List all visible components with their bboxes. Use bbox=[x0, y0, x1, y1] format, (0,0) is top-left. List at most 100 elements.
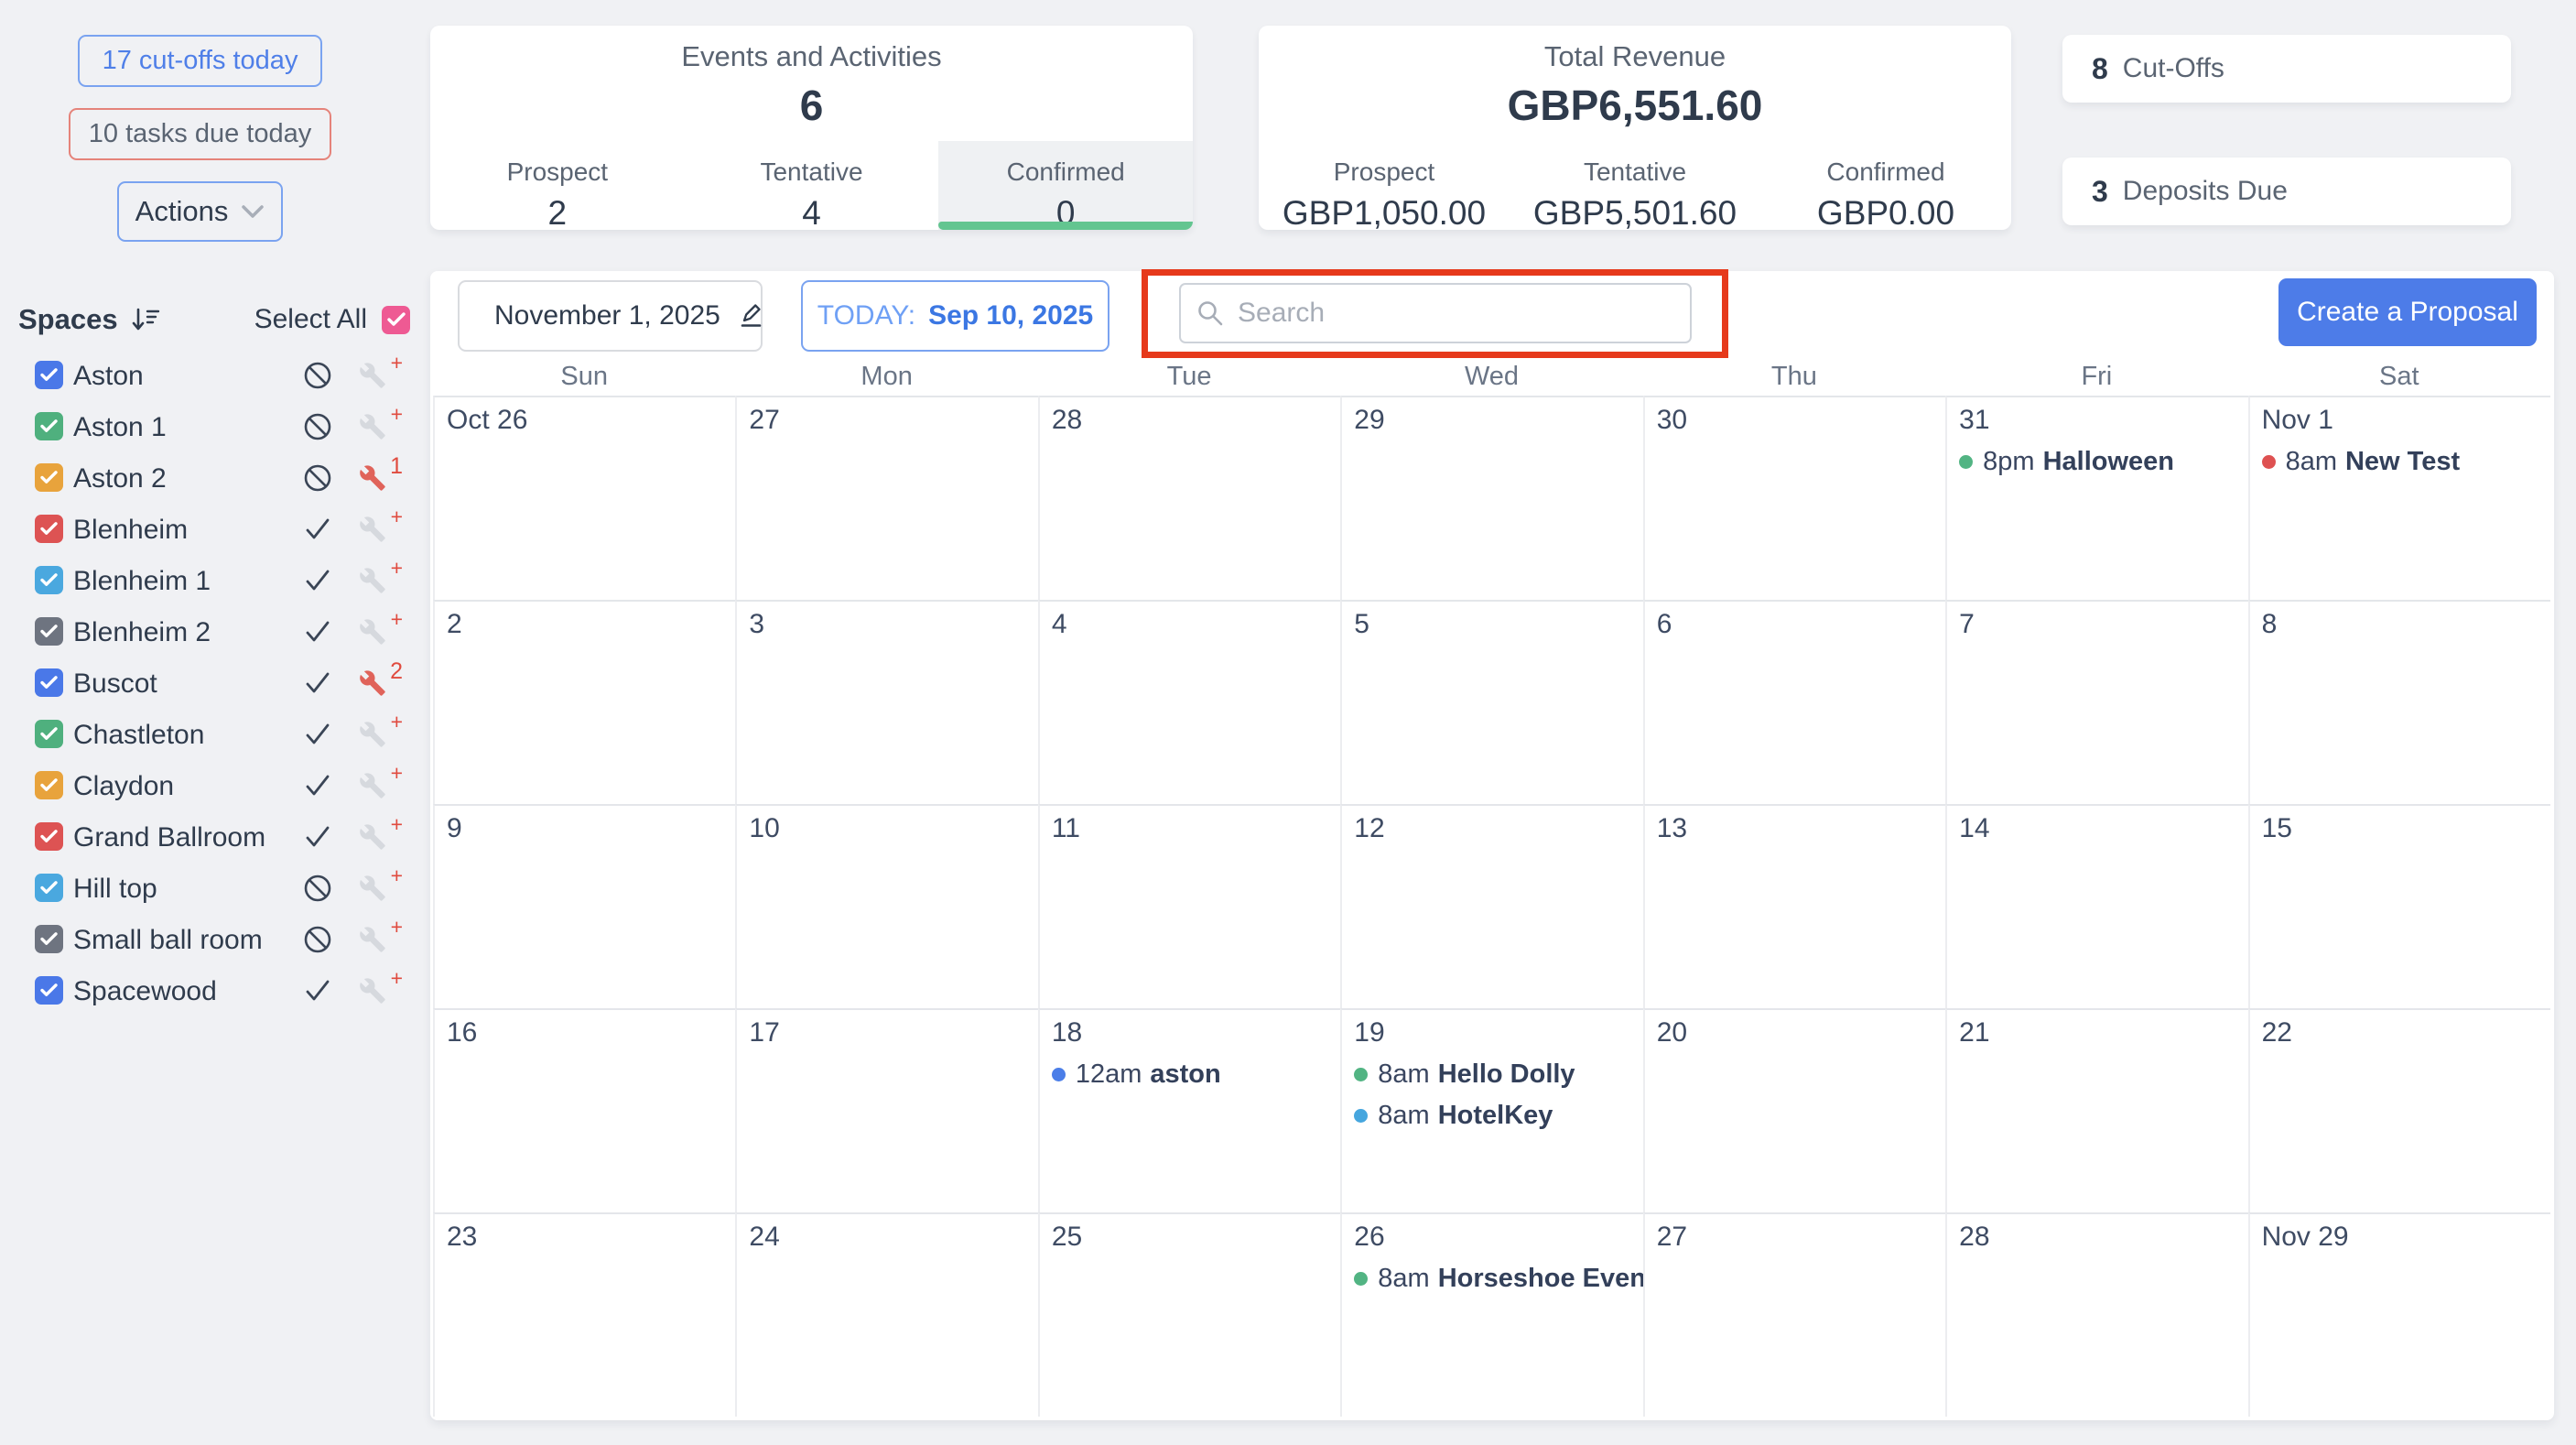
space-row[interactable]: Grand Ballroom + bbox=[0, 811, 421, 863]
availability-check-icon[interactable] bbox=[302, 719, 333, 750]
space-checkbox[interactable] bbox=[35, 925, 63, 953]
calendar-day-cell[interactable]: 21 bbox=[1945, 1008, 2247, 1212]
actions-dropdown-button[interactable]: Actions bbox=[117, 181, 283, 242]
calendar-event[interactable]: 8am Hello Dolly bbox=[1354, 1059, 1637, 1090]
calendar-day-cell[interactable]: Nov 1 8am New Test bbox=[2248, 396, 2550, 600]
calendar-day-cell[interactable]: 11 bbox=[1038, 804, 1340, 1008]
calendar-event[interactable]: 12am aston bbox=[1052, 1059, 1335, 1090]
space-checkbox[interactable] bbox=[35, 720, 63, 748]
stat-confirmed-selected[interactable]: Confirmed 0 bbox=[938, 141, 1193, 230]
tasks-due-button[interactable]: 10 tasks due today bbox=[69, 108, 331, 160]
space-row[interactable]: Aston 1 + bbox=[0, 401, 421, 452]
space-row[interactable]: Blenheim + bbox=[0, 504, 421, 555]
calendar-event[interactable]: 8am Horseshoe Event bbox=[1354, 1264, 1637, 1294]
cutoffs-today-button[interactable]: 17 cut-offs today bbox=[78, 35, 322, 87]
space-row[interactable]: Blenheim 2 + bbox=[0, 606, 421, 657]
calendar-day-cell[interactable]: 20 bbox=[1643, 1008, 1945, 1212]
availability-check-icon[interactable] bbox=[302, 770, 333, 801]
sort-icon[interactable] bbox=[131, 306, 160, 333]
availability-check-icon[interactable] bbox=[302, 616, 333, 647]
wrench-icon[interactable]: + bbox=[359, 516, 388, 545]
stat-confirmed[interactable]: Confirmed GBP0.00 bbox=[1760, 141, 2011, 230]
create-proposal-button[interactable]: Create a Proposal bbox=[2278, 278, 2537, 346]
wrench-icon[interactable]: + bbox=[359, 823, 388, 853]
calendar-day-cell[interactable]: 27 bbox=[735, 396, 1037, 600]
calendar-day-cell[interactable]: 19 8am Hello Dolly 8am HotelKey bbox=[1340, 1008, 1642, 1212]
stat-tentative[interactable]: Tentative GBP5,501.60 bbox=[1510, 141, 1760, 230]
space-checkbox[interactable] bbox=[35, 822, 63, 851]
calendar-day-cell[interactable]: 15 bbox=[2248, 804, 2550, 1008]
space-checkbox[interactable] bbox=[35, 361, 63, 389]
calendar-day-cell[interactable]: 9 bbox=[433, 804, 735, 1008]
stat-tentative[interactable]: Tentative 4 bbox=[685, 141, 939, 230]
space-row[interactable]: Aston 2 1 bbox=[0, 452, 421, 504]
wrench-icon[interactable]: 1 bbox=[359, 464, 388, 494]
space-row[interactable]: Hill top + bbox=[0, 863, 421, 914]
wrench-icon[interactable]: + bbox=[359, 926, 388, 955]
calendar-day-cell[interactable]: 12 bbox=[1340, 804, 1642, 1008]
calendar-day-cell[interactable]: Nov 29 bbox=[2248, 1212, 2550, 1417]
deposits-due-card[interactable]: 3 Deposits Due bbox=[2062, 158, 2511, 225]
space-checkbox[interactable] bbox=[35, 412, 63, 440]
space-checkbox[interactable] bbox=[35, 771, 63, 799]
calendar-day-cell[interactable]: 25 bbox=[1038, 1212, 1340, 1417]
calendar-day-cell[interactable]: 14 bbox=[1945, 804, 2247, 1008]
space-checkbox[interactable] bbox=[35, 463, 63, 492]
availability-check-icon[interactable] bbox=[302, 668, 333, 699]
calendar-day-cell[interactable]: 28 bbox=[1038, 396, 1340, 600]
search-input[interactable] bbox=[1238, 298, 1690, 329]
ban-icon[interactable] bbox=[302, 873, 333, 904]
ban-icon[interactable] bbox=[302, 360, 333, 391]
calendar-day-cell[interactable]: 27 bbox=[1643, 1212, 1945, 1417]
cutoffs-card[interactable]: 8 Cut-Offs bbox=[2062, 35, 2511, 103]
wrench-icon[interactable]: + bbox=[359, 875, 388, 904]
stat-prospect[interactable]: Prospect GBP1,050.00 bbox=[1259, 141, 1510, 230]
wrench-icon[interactable]: + bbox=[359, 772, 388, 801]
calendar-day-cell[interactable]: 22 bbox=[2248, 1008, 2550, 1212]
availability-check-icon[interactable] bbox=[302, 975, 333, 1006]
availability-check-icon[interactable] bbox=[302, 821, 333, 853]
space-row[interactable]: Aston + bbox=[0, 350, 421, 401]
calendar-day-cell[interactable]: 18 12am aston bbox=[1038, 1008, 1340, 1212]
space-row[interactable]: Blenheim 1 + bbox=[0, 555, 421, 606]
space-row[interactable]: Buscot 2 bbox=[0, 657, 421, 709]
space-row[interactable]: Small ball room + bbox=[0, 914, 421, 965]
wrench-icon[interactable]: + bbox=[359, 977, 388, 1006]
calendar-day-cell[interactable]: 28 bbox=[1945, 1212, 2247, 1417]
search-field[interactable] bbox=[1179, 283, 1692, 343]
date-picker-button[interactable]: November 1, 2025 bbox=[458, 280, 763, 352]
calendar-day-cell[interactable]: 13 bbox=[1643, 804, 1945, 1008]
calendar-day-cell[interactable]: 17 bbox=[735, 1008, 1037, 1212]
wrench-icon[interactable]: 2 bbox=[359, 669, 388, 699]
space-checkbox[interactable] bbox=[35, 668, 63, 697]
calendar-day-cell[interactable]: 29 bbox=[1340, 396, 1642, 600]
space-checkbox[interactable] bbox=[35, 566, 63, 594]
availability-check-icon[interactable] bbox=[302, 565, 333, 596]
wrench-icon[interactable]: + bbox=[359, 567, 388, 596]
select-all-checkbox[interactable] bbox=[382, 306, 410, 334]
availability-check-icon[interactable] bbox=[302, 514, 333, 545]
calendar-day-cell[interactable]: 16 bbox=[433, 1008, 735, 1212]
calendar-day-cell[interactable]: 2 bbox=[433, 600, 735, 804]
calendar-day-cell[interactable]: 10 bbox=[735, 804, 1037, 1008]
wrench-icon[interactable]: + bbox=[359, 362, 388, 391]
calendar-day-cell[interactable]: 31 8pm Halloween bbox=[1945, 396, 2247, 600]
wrench-icon[interactable]: + bbox=[359, 618, 388, 647]
edit-date-icon[interactable] bbox=[735, 299, 768, 332]
space-row[interactable]: Spacewood + bbox=[0, 965, 421, 1016]
calendar-day-cell[interactable]: 23 bbox=[433, 1212, 735, 1417]
space-checkbox[interactable] bbox=[35, 976, 63, 1005]
space-checkbox[interactable] bbox=[35, 515, 63, 543]
calendar-day-cell[interactable]: 24 bbox=[735, 1212, 1037, 1417]
stat-prospect[interactable]: Prospect 2 bbox=[430, 141, 685, 230]
calendar-day-cell[interactable]: 4 bbox=[1038, 600, 1340, 804]
calendar-day-cell[interactable]: 8 bbox=[2248, 600, 2550, 804]
space-row[interactable]: Chastleton + bbox=[0, 709, 421, 760]
ban-icon[interactable] bbox=[302, 924, 333, 955]
calendar-day-cell[interactable]: 5 bbox=[1340, 600, 1642, 804]
ban-icon[interactable] bbox=[302, 462, 333, 494]
calendar-day-cell[interactable]: 7 bbox=[1945, 600, 2247, 804]
calendar-day-cell[interactable]: 3 bbox=[735, 600, 1037, 804]
calendar-event[interactable]: 8am HotelKey bbox=[1354, 1101, 1637, 1131]
ban-icon[interactable] bbox=[302, 411, 333, 442]
